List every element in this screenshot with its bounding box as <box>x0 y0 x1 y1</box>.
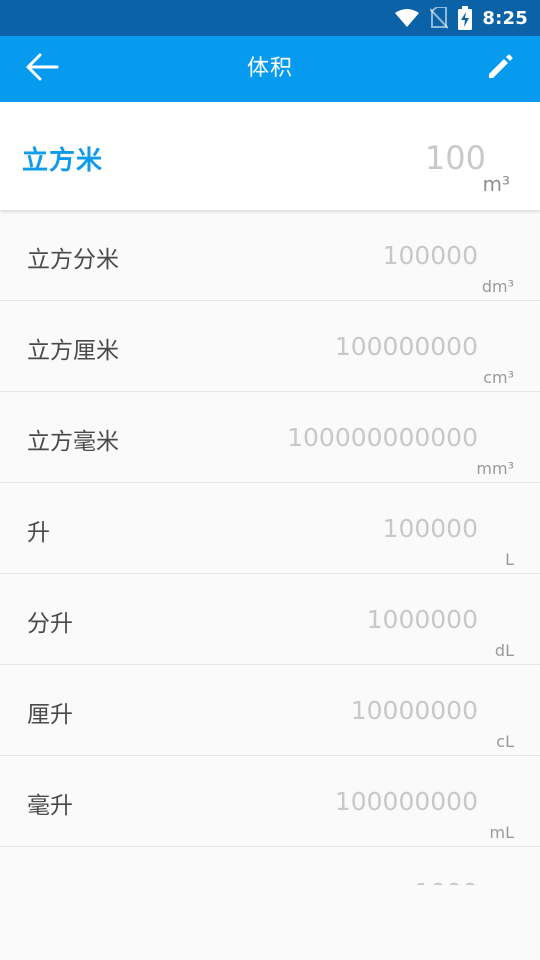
unit-symbol: dL <box>494 641 514 660</box>
status-time: 8:25 <box>482 7 528 29</box>
arrow-left-icon <box>25 53 59 85</box>
unit-value: 1000 <box>414 878 478 885</box>
selected-unit-name: 立方米 <box>22 146 104 176</box>
battery-charging-icon <box>458 6 473 30</box>
unit-row-hectoliter[interactable]: 公石 1000 hL <box>0 847 540 885</box>
page-title: 体积 <box>246 56 293 81</box>
unit-row-cubic-millimeter[interactable]: 立方毫米 100000000000 mm³ <box>0 392 540 483</box>
pencil-icon <box>486 53 514 85</box>
unit-name: 毫升 <box>27 793 73 819</box>
status-icons: 8:25 <box>394 6 528 30</box>
unit-row-centiliter[interactable]: 厘升 10000000 cL <box>0 665 540 756</box>
unit-value: 10000000 <box>350 696 478 725</box>
unit-value: 100000000 <box>334 787 478 816</box>
unit-symbol: cL <box>496 732 514 751</box>
back-button[interactable] <box>22 53 62 85</box>
unit-name: 升 <box>27 520 50 546</box>
unit-name: 立方厘米 <box>27 338 119 364</box>
unit-symbol: cm³ <box>483 368 514 387</box>
unit-symbol: L <box>505 550 514 569</box>
app-bar: 体积 <box>0 36 540 102</box>
unit-row-deciliter[interactable]: 分升 1000000 dL <box>0 574 540 665</box>
unit-row-milliliter[interactable]: 毫升 100000000 mL <box>0 756 540 847</box>
unit-name: 厘升 <box>27 702 73 728</box>
selected-unit-card[interactable]: 立方米 100 m³ <box>0 102 540 210</box>
selected-unit-symbol: m³ <box>482 172 511 196</box>
unit-name: 公石 <box>27 877 73 885</box>
unit-row-cubic-decimeter[interactable]: 立方分米 100000 dm³ <box>0 210 540 301</box>
unit-symbol: dm³ <box>481 277 514 296</box>
unit-symbol: mm³ <box>476 459 514 478</box>
unit-value: 100000000000 <box>287 423 478 452</box>
unit-value: 100000 <box>382 241 478 270</box>
edit-button[interactable] <box>482 53 518 85</box>
unit-name: 立方毫米 <box>27 429 119 455</box>
unit-symbol: mL <box>489 823 515 842</box>
unit-row-liter[interactable]: 升 100000 L <box>0 483 540 574</box>
unit-list[interactable]: 立方分米 100000 dm³ 立方厘米 100000000 cm³ 立方毫米 … <box>0 210 540 885</box>
wifi-icon <box>394 8 420 28</box>
unit-value: 100000000 <box>334 332 478 361</box>
unit-name: 分升 <box>27 611 73 637</box>
no-sim-icon <box>430 7 449 29</box>
selected-unit-value[interactable]: 100 <box>425 139 486 177</box>
status-bar: 8:25 <box>0 0 540 36</box>
unit-value: 1000000 <box>366 605 478 634</box>
unit-row-cubic-centimeter[interactable]: 立方厘米 100000000 cm³ <box>0 301 540 392</box>
unit-name: 立方分米 <box>27 247 119 273</box>
unit-value: 100000 <box>382 514 478 543</box>
